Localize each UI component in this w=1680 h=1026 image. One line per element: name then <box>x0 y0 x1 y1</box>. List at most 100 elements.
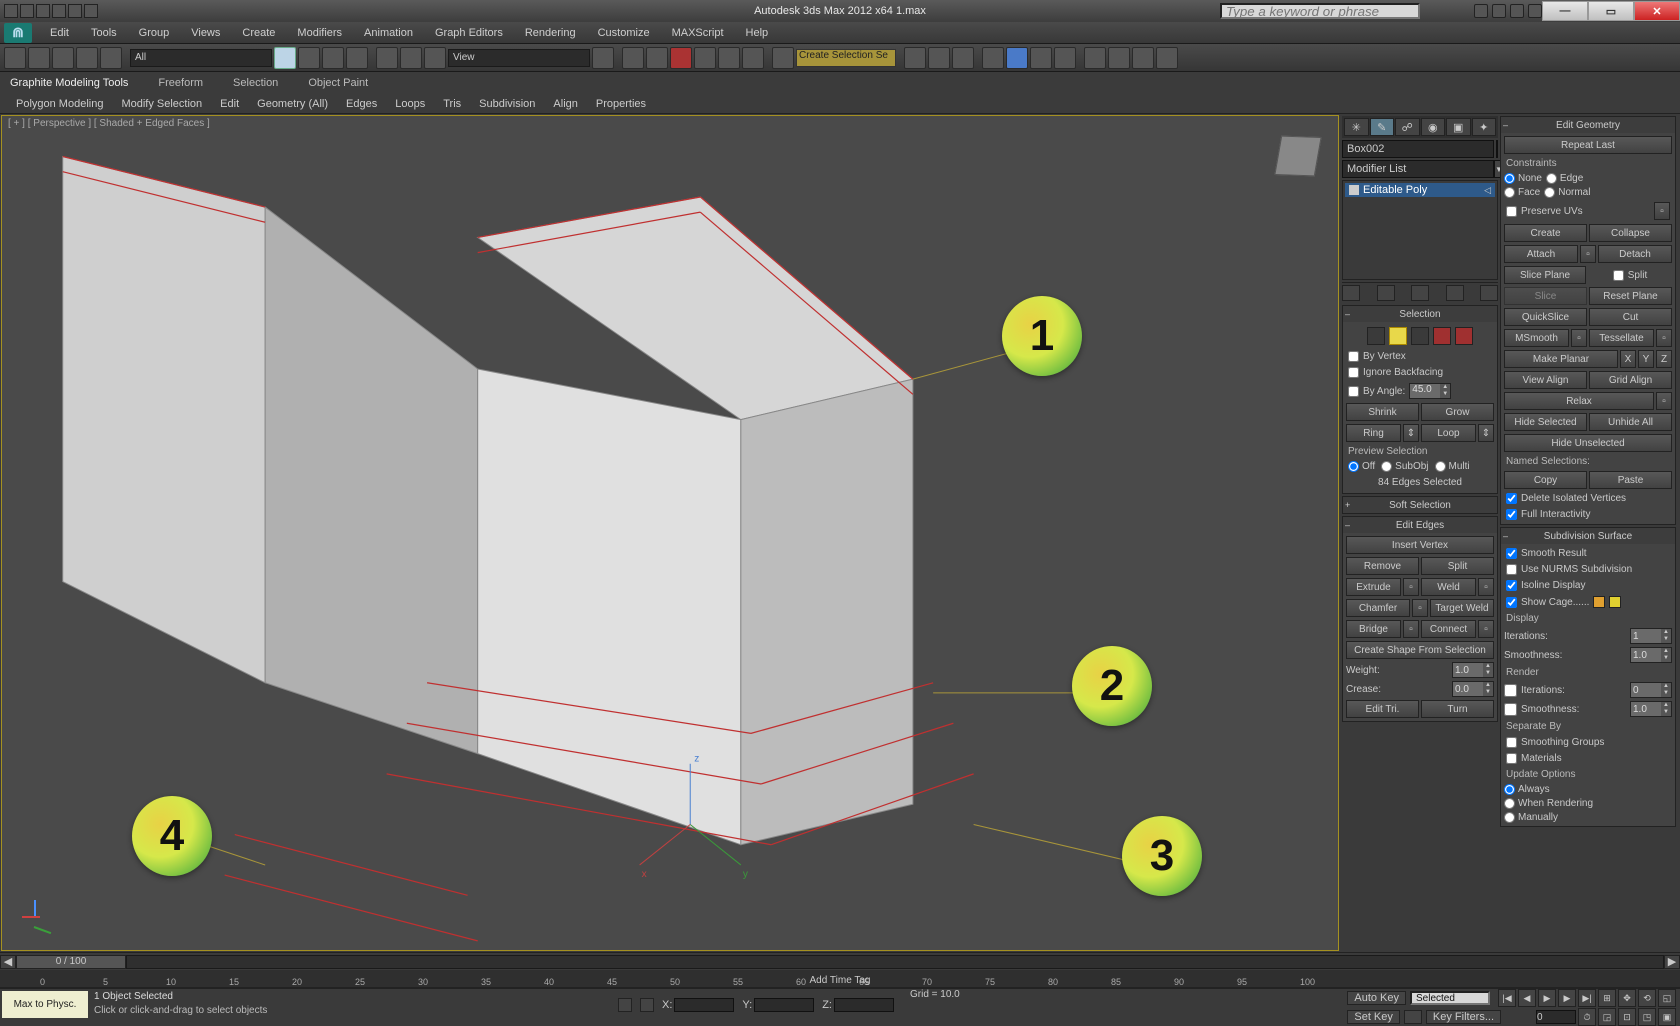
ribbon-sub-tris[interactable]: Tris <box>437 97 467 111</box>
menu-group[interactable]: Group <box>129 25 180 41</box>
ribbon-sub-modify[interactable]: Modify Selection <box>115 97 208 111</box>
select-object-icon[interactable] <box>274 47 296 69</box>
check-use-nurms[interactable]: Use NURMS Subdivision <box>1504 563 1672 576</box>
viewport-perspective[interactable]: [ + ] [ Perspective ] [ Shaded + Edged F… <box>1 115 1339 951</box>
planar-x-button[interactable]: X <box>1620 350 1636 368</box>
align-icon[interactable] <box>928 47 950 69</box>
window-crossing-icon[interactable] <box>346 47 368 69</box>
nav-icon-8[interactable]: ▣ <box>1658 1008 1676 1026</box>
loop-spinner[interactable]: ⇕ <box>1478 424 1494 442</box>
radio-update-always[interactable]: Always <box>1504 784 1672 795</box>
coord-z-field[interactable] <box>834 998 894 1012</box>
check-by-angle[interactable] <box>1348 386 1359 397</box>
render-iter-spinner[interactable] <box>1631 683 1661 697</box>
edit-named-sel-icon[interactable] <box>772 47 794 69</box>
nav-icon-4[interactable]: ◱ <box>1658 989 1676 1007</box>
configure-sets-icon[interactable] <box>1480 285 1498 301</box>
scale-icon[interactable] <box>424 47 446 69</box>
cage-color-2[interactable] <box>1609 596 1621 608</box>
percent-snap-icon[interactable] <box>718 47 740 69</box>
unlink-icon[interactable] <box>76 47 98 69</box>
add-time-tag[interactable]: Add Time Tag <box>810 975 871 986</box>
qat-undo-icon[interactable] <box>52 4 66 18</box>
relax-button[interactable]: Relax <box>1504 392 1654 410</box>
object-color-swatch[interactable] <box>1496 140 1498 158</box>
weld-settings-icon[interactable]: ▫ <box>1478 578 1494 596</box>
attach-list-icon[interactable]: ▫ <box>1580 245 1596 263</box>
unhide-all-button[interactable]: Unhide All <box>1589 413 1672 431</box>
menu-animation[interactable]: Animation <box>354 25 423 41</box>
bridge-settings-icon[interactable]: ▫ <box>1403 620 1419 638</box>
weld-button[interactable]: Weld <box>1421 578 1476 596</box>
schematic-view-icon[interactable] <box>1030 47 1052 69</box>
check-full-interactivity[interactable]: Full Interactivity <box>1504 508 1672 521</box>
turn-button[interactable]: Turn <box>1421 700 1494 718</box>
material-editor-icon[interactable] <box>1054 47 1076 69</box>
subobj-vertex-icon[interactable] <box>1367 327 1385 345</box>
snap-toggle-icon[interactable] <box>670 47 692 69</box>
extrude-settings-icon[interactable]: ▫ <box>1403 578 1419 596</box>
planar-z-button[interactable]: Z <box>1656 350 1672 368</box>
planar-y-button[interactable]: Y <box>1638 350 1654 368</box>
mirror-icon[interactable] <box>904 47 926 69</box>
rollout-toggle[interactable]: – <box>1345 309 1350 319</box>
quickslice-button[interactable]: QuickSlice <box>1504 308 1587 326</box>
ribbon-sub-edit[interactable]: Edit <box>214 97 245 111</box>
remove-button[interactable]: Remove <box>1346 557 1419 575</box>
radio-normal[interactable]: Normal <box>1544 187 1590 198</box>
repeat-last-button[interactable]: Repeat Last <box>1504 136 1672 154</box>
target-weld-button[interactable]: Target Weld <box>1430 599 1494 617</box>
time-slider-handle[interactable]: 0 / 100 <box>16 955 126 969</box>
menu-views[interactable]: Views <box>181 25 230 41</box>
modifier-name[interactable]: Editable Poly <box>1363 184 1427 196</box>
quick-access-toolbar[interactable] <box>4 4 98 18</box>
lock-icon[interactable] <box>618 998 632 1012</box>
remove-modifier-icon[interactable] <box>1446 285 1464 301</box>
disp-smoothness-spinner[interactable] <box>1631 648 1661 662</box>
qat-save-icon[interactable] <box>36 4 50 18</box>
check-sep-smoothing[interactable]: Smoothing Groups <box>1504 736 1672 749</box>
radio-preview-multi[interactable]: Multi <box>1435 461 1470 472</box>
time-config-icon[interactable]: ⏱ <box>1578 1008 1596 1026</box>
key-mode-dropdown[interactable] <box>1410 991 1490 1005</box>
menu-create[interactable]: Create <box>232 25 285 41</box>
select-region-icon[interactable] <box>322 47 344 69</box>
check-ignore-backfacing[interactable]: Ignore Backfacing <box>1346 366 1494 379</box>
loop-button[interactable]: Loop <box>1421 424 1476 442</box>
auto-key-button[interactable]: Auto Key <box>1347 991 1406 1005</box>
ribbon-toggle-icon[interactable] <box>982 47 1004 69</box>
qat-redo-icon[interactable] <box>68 4 82 18</box>
tessellate-button[interactable]: Tessellate <box>1589 329 1654 347</box>
view-align-button[interactable]: View Align <box>1504 371 1587 389</box>
check-render-iter[interactable] <box>1504 684 1517 697</box>
ribbon-sub-geometry[interactable]: Geometry (All) <box>251 97 334 111</box>
object-name-field[interactable] <box>1342 140 1494 158</box>
crease-spinner[interactable] <box>1453 682 1483 696</box>
pivot-center-icon[interactable] <box>592 47 614 69</box>
preserve-uv-settings-icon[interactable]: ▫ <box>1654 202 1670 220</box>
qat-open-icon[interactable] <box>20 4 34 18</box>
bridge-button[interactable]: Bridge <box>1346 620 1401 638</box>
check-sep-materials[interactable]: Materials <box>1504 752 1672 765</box>
ribbon-sub-loops[interactable]: Loops <box>389 97 431 111</box>
collapse-button[interactable]: Collapse <box>1589 224 1672 242</box>
set-key-button[interactable]: Set Key <box>1347 1010 1400 1024</box>
insert-vertex-button[interactable]: Insert Vertex <box>1346 536 1494 554</box>
edit-tri-button[interactable]: Edit Tri. <box>1346 700 1419 718</box>
ribbon-sub-properties[interactable]: Properties <box>590 97 652 111</box>
attach-button[interactable]: Attach <box>1504 245 1578 263</box>
nav-icon-1[interactable]: ⊞ <box>1598 989 1616 1007</box>
cut-button[interactable]: Cut <box>1589 308 1672 326</box>
hide-unselected-button[interactable]: Hide Unselected <box>1504 434 1672 452</box>
ring-spinner[interactable]: ⇕ <box>1403 424 1419 442</box>
relax-settings-icon[interactable]: ▫ <box>1656 392 1672 410</box>
nav-icon-6[interactable]: ⊡ <box>1618 1008 1636 1026</box>
binoculars-icon[interactable] <box>1474 4 1488 18</box>
next-frame-icon[interactable]: ▶ <box>1558 989 1576 1007</box>
ribbon-sub-polygon[interactable]: Polygon Modeling <box>10 97 109 111</box>
rollout-soft-selection[interactable]: +Soft Selection <box>1342 496 1498 514</box>
hide-selected-button[interactable]: Hide Selected <box>1504 413 1587 431</box>
current-frame-field[interactable] <box>1536 1010 1576 1024</box>
modifier-stack[interactable]: Editable Poly ◁ <box>1342 180 1498 280</box>
render-icon[interactable] <box>1132 47 1154 69</box>
